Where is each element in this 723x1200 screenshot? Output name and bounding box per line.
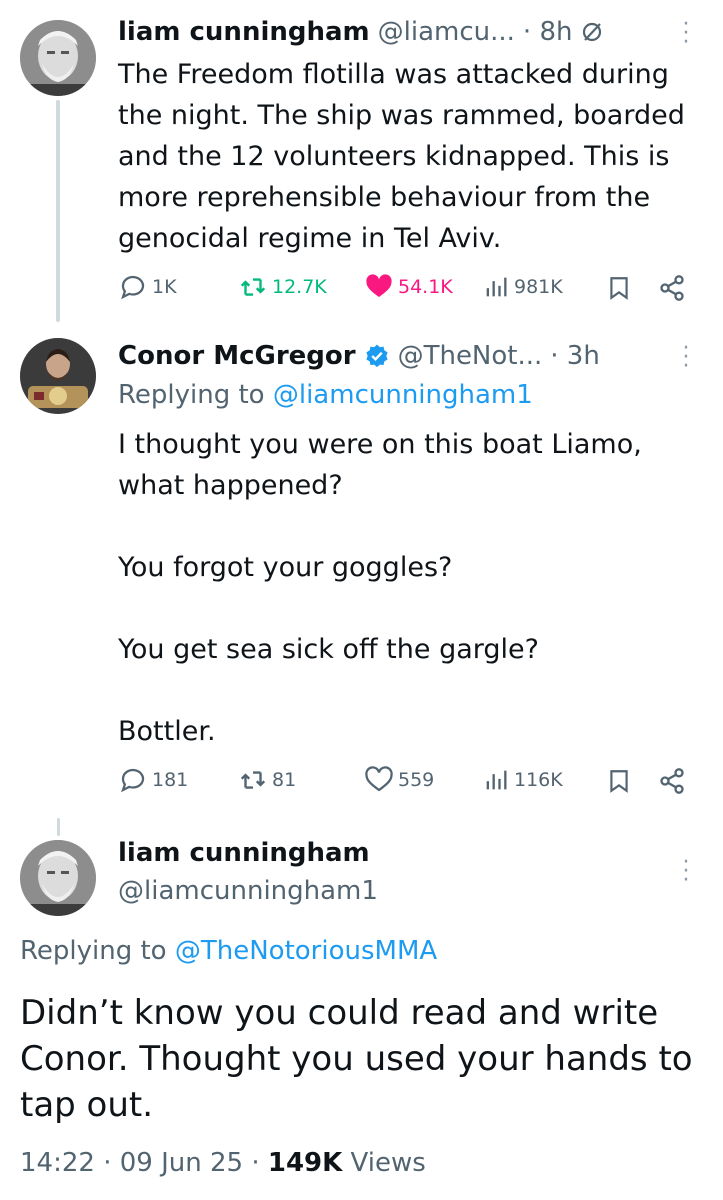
reply-icon — [121, 275, 145, 300]
repost-count: 12.7K — [272, 276, 327, 298]
tweet2-text: I thought you were on this boat Liamo, w… — [118, 429, 642, 747]
author-name[interactable]: Conor McGregor — [118, 341, 356, 371]
author-handle[interactable]: @TheNot... — [398, 341, 543, 371]
views-bars-icon — [486, 277, 507, 297]
edit-history-icon[interactable] — [580, 20, 604, 44]
reply-icon — [121, 768, 145, 793]
share-icon[interactable] — [658, 766, 686, 796]
separator-dot: · — [243, 1148, 268, 1178]
avatar-image — [20, 840, 96, 916]
separator-dot: · — [94, 1148, 120, 1178]
author-handle[interactable]: @liamcunningham1 — [118, 876, 378, 906]
avatar-liam-cunningham[interactable] — [20, 20, 96, 96]
replying-to-label: Replying to — [20, 936, 175, 966]
like-count: 54.1K — [398, 276, 453, 298]
tweet3-text: Didn’t know you could read and write Con… — [20, 993, 693, 1125]
repost-icon — [240, 278, 266, 296]
avatar-image — [20, 338, 96, 414]
like-button[interactable]: 559 — [364, 765, 434, 795]
tweet1-text: The Freedom flotilla was attacked during… — [118, 59, 685, 254]
tweet-timestamp[interactable]: · 3h — [550, 341, 600, 371]
replying-to-line: Replying to @TheNotoriousMMA — [20, 936, 437, 966]
like-button[interactable]: 54.1K — [364, 272, 453, 302]
replying-to-label: Replying to — [118, 380, 273, 410]
like-count: 559 — [398, 769, 435, 791]
repost-button[interactable]: 12.7K — [238, 272, 327, 302]
tweet2-header: Conor McGregor @TheNot... · 3h — [118, 338, 678, 374]
thread-connector-line — [57, 818, 60, 836]
author-name[interactable]: liam cunningham — [118, 838, 370, 868]
author-name[interactable]: liam cunningham — [118, 17, 370, 47]
tweet2-actions: 181 81 559 116K — [118, 765, 698, 797]
repost-count: 81 — [272, 769, 297, 791]
tweet-timestamp[interactable]: · 8h — [523, 17, 573, 47]
tweet3-meta: 14:22 · 09 Jun 25 · 149K Views — [20, 1148, 426, 1178]
views-count: 116K — [514, 769, 563, 791]
replying-to-handle-link[interactable]: @TheNotoriousMMA — [175, 936, 437, 966]
thread-connector-line — [56, 100, 60, 322]
reply-count: 181 — [152, 769, 189, 791]
views-count: 981K — [514, 276, 563, 298]
reply-count: 1K — [152, 276, 177, 298]
share-icon[interactable] — [658, 273, 686, 303]
views-bars-icon — [486, 770, 507, 790]
views-count: 149K — [267, 1148, 343, 1178]
views-button[interactable]: 981K — [482, 272, 563, 302]
avatar-liam-cunningham[interactable] — [20, 840, 96, 916]
bookmark-icon[interactable] — [606, 273, 632, 303]
tweet1-actions: 1K 12.7K 54.1K 981K — [118, 272, 698, 304]
replying-to-handle-link[interactable]: @liamcunningham1 — [273, 380, 533, 410]
more-options-icon[interactable]: · · · — [680, 852, 692, 892]
tweet1-header: liam cunningham @liamcu... · 8h — [118, 14, 678, 50]
reply-button[interactable]: 181 — [118, 765, 188, 795]
replying-to-line: Replying to @liamcunningham1 — [118, 380, 533, 410]
verified-badge-icon[interactable] — [364, 343, 390, 369]
repost-button[interactable]: 81 — [238, 765, 296, 795]
author-handle[interactable]: @liamcu... — [378, 17, 515, 47]
heart-outline-icon — [365, 766, 393, 792]
avatar-image — [20, 20, 96, 96]
more-options-icon[interactable]: · · · — [680, 14, 692, 54]
avatar-conor-mcgregor[interactable] — [20, 338, 96, 414]
bookmark-icon[interactable] — [606, 766, 632, 796]
more-options-icon[interactable]: · · · — [680, 338, 692, 378]
tweet-time[interactable]: 14:22 — [20, 1148, 95, 1178]
tweet-date[interactable]: 09 Jun 25 — [120, 1148, 243, 1178]
heart-filled-icon — [366, 274, 392, 297]
views-button[interactable]: 116K — [482, 765, 563, 795]
views-label: Views — [350, 1148, 426, 1178]
reply-button[interactable]: 1K — [118, 272, 177, 302]
repost-icon — [240, 771, 266, 789]
